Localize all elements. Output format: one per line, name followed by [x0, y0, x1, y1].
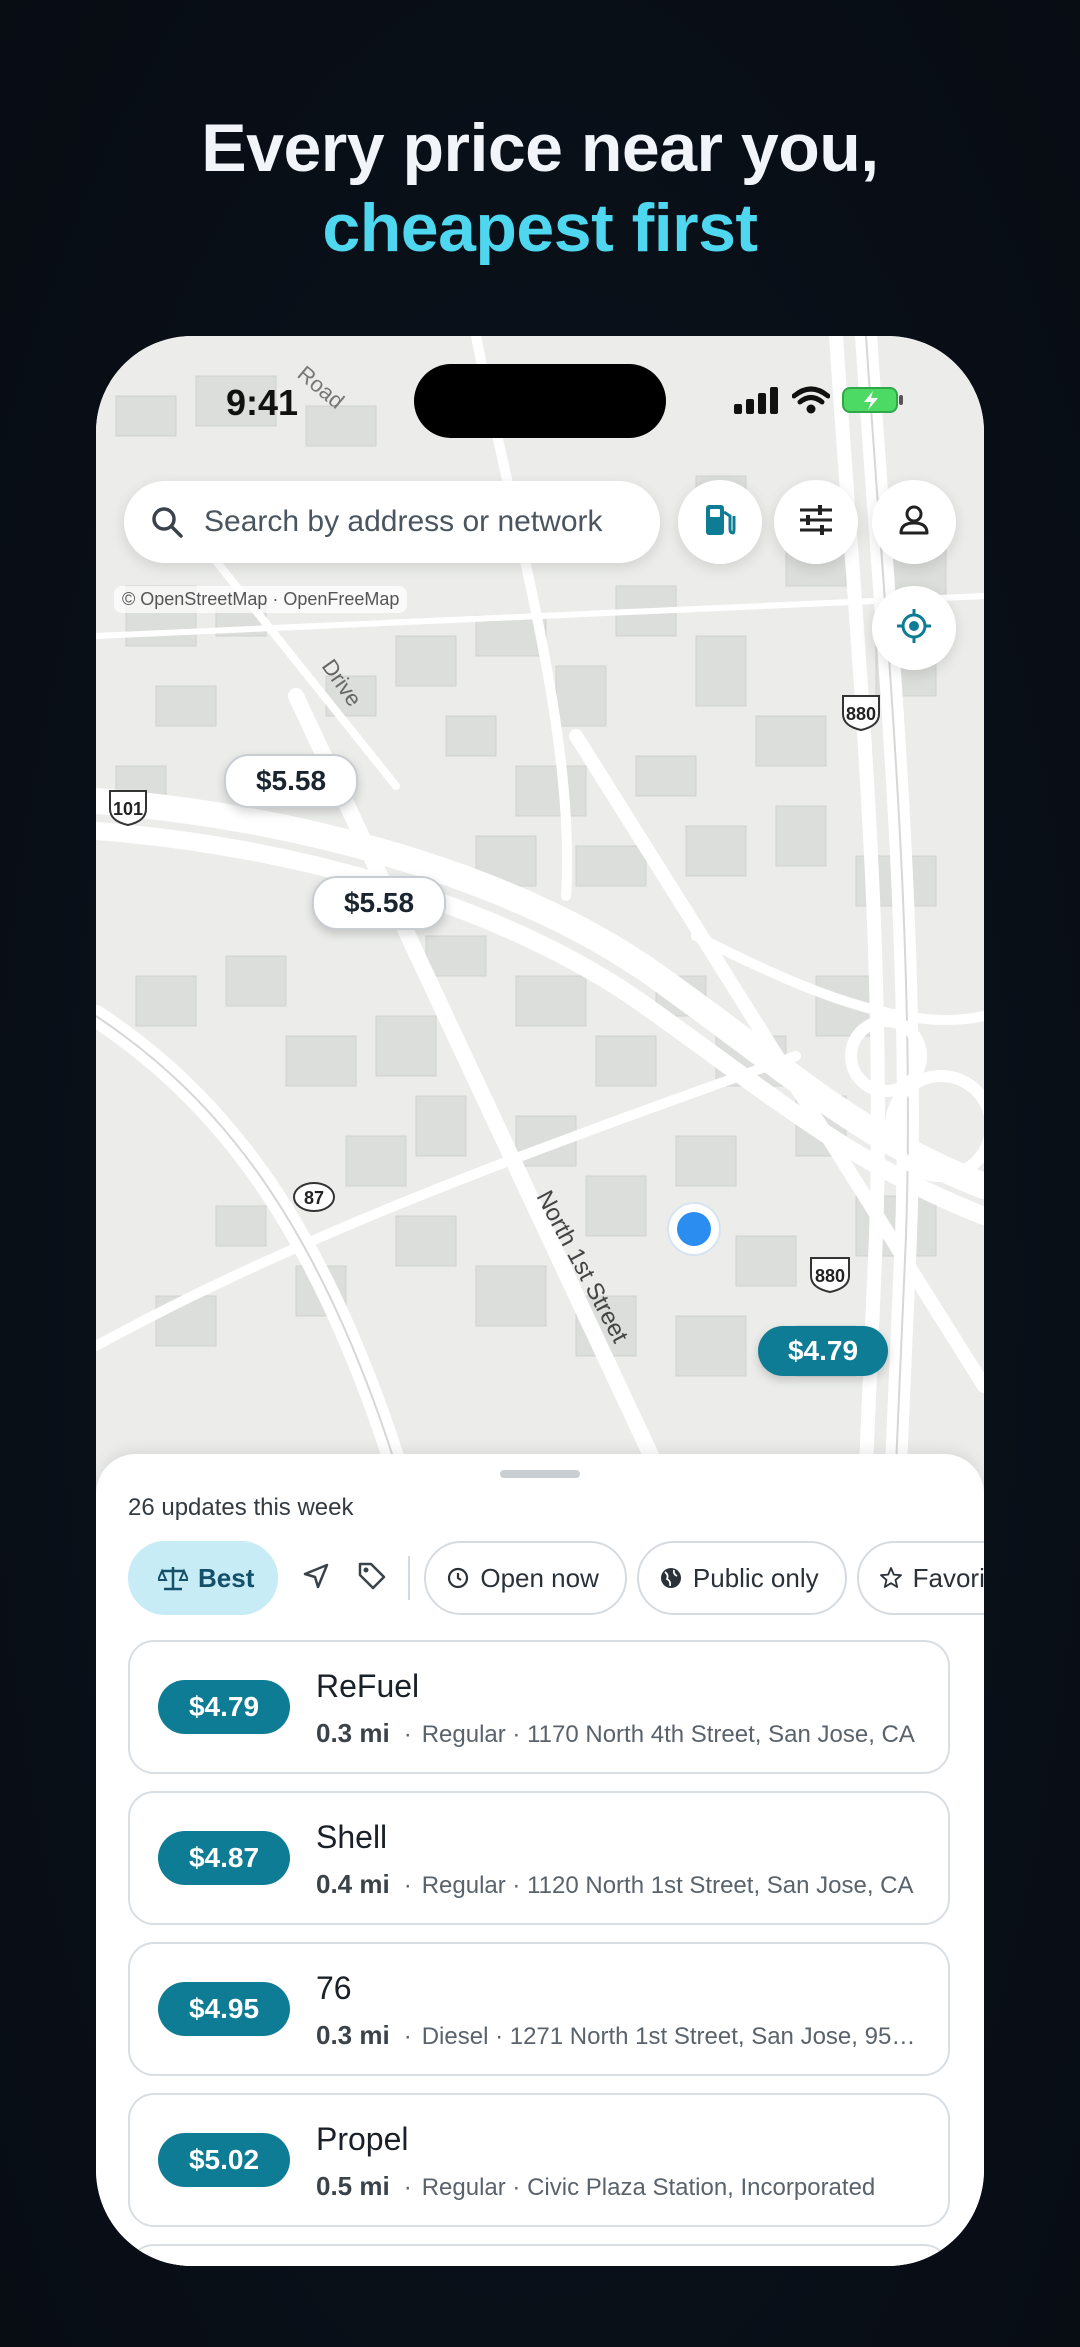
svg-text:101: 101	[113, 799, 143, 819]
navigation-arrow-icon	[302, 1562, 330, 1595]
price-badge: $5.02	[158, 2133, 290, 2187]
fuel-pump-icon	[703, 502, 737, 543]
public-only-label: Public only	[692, 1562, 819, 1593]
locate-me-button[interactable]	[872, 586, 956, 670]
filter-chips: Best Open now Public only Favori	[128, 1538, 984, 1618]
open-now-chip[interactable]: Open now	[424, 1541, 627, 1615]
station-name: 76	[316, 1970, 352, 2006]
phone-frame: North 1st Street Road Drive 880 101 87 8…	[96, 336, 984, 2266]
station-distance: 0.3 mi	[316, 1718, 390, 1748]
station-card[interactable]: $4.95 76 0.3 mi · Diesel · 1271 North 1st …	[128, 1942, 950, 2076]
sheet-grabber[interactable]	[500, 1470, 580, 1478]
battery-charging-icon	[842, 386, 904, 419]
station-card-partial[interactable]	[128, 2244, 950, 2266]
app-store-screenshot: Every price near you, cheapest first Nor…	[0, 0, 1080, 2347]
results-sheet: 26 updates this week Best Open now Publi…	[96, 1454, 984, 2266]
signal-icon	[734, 386, 780, 419]
dynamic-island	[414, 364, 666, 438]
filters-icon	[798, 504, 834, 541]
locate-me-icon	[895, 607, 933, 650]
map-price-pin[interactable]: $5.58	[312, 876, 446, 930]
chips-divider	[408, 1556, 411, 1600]
sort-price-button[interactable]	[344, 1541, 400, 1615]
highway-shield-880-north: 880	[842, 695, 880, 732]
search-bar[interactable]: Search by address or network	[124, 481, 660, 563]
headline-line-1: Every price near you,	[201, 110, 879, 186]
globe-icon	[659, 1566, 683, 1590]
fuel-type-button[interactable]	[678, 480, 762, 564]
station-meta: 0.5 mi · Regular · Civic Plaza Station, In…	[316, 2171, 876, 2201]
svg-text:87: 87	[304, 1188, 324, 1208]
favorites-label: Favorites	[912, 1562, 984, 1593]
map-price-pin-cheapest[interactable]: $4.79	[758, 1326, 888, 1376]
star-icon	[879, 1566, 903, 1590]
status-icons	[734, 386, 904, 419]
headline-line-2: cheapest first	[322, 190, 758, 266]
sort-best-chip[interactable]: Best	[128, 1541, 279, 1615]
highway-shield-87: 87	[293, 1182, 335, 1212]
wifi-icon	[791, 386, 831, 419]
station-name: Propel	[316, 2121, 409, 2157]
station-card[interactable]: $5.02 Propel 0.5 mi · Regular · Civic Plaz…	[128, 2093, 950, 2227]
station-meta: 0.3 mi · Regular · 1170 North 4th Street, …	[316, 1718, 915, 1748]
profile-button[interactable]	[872, 480, 956, 564]
highway-shield-101: 101	[109, 790, 147, 827]
station-distance: 0.4 mi	[316, 1869, 390, 1899]
station-distance: 0.5 mi	[316, 2171, 390, 2201]
search-placeholder: Search by address or network	[204, 505, 603, 538]
map-price-pin[interactable]: $5.58	[224, 754, 358, 808]
highway-shield-880-south: 880	[810, 1257, 850, 1294]
station-card[interactable]: $4.79 ReFuel 0.3 mi · Regular · 1170 North…	[128, 1640, 950, 1774]
price-tag-icon	[357, 1561, 387, 1596]
public-only-chip[interactable]: Public only	[636, 1541, 847, 1615]
profile-icon	[897, 503, 931, 542]
user-location-dot	[667, 1202, 721, 1256]
station-name: Shell	[316, 1819, 388, 1855]
price-badge: $4.79	[158, 1680, 290, 1734]
station-details: Diesel · 1271 North 1st Street, San Jose…	[421, 2023, 926, 2050]
station-details: Regular · Civic Plaza Station, Incorpora…	[421, 2174, 876, 2201]
price-badge: $4.87	[158, 1831, 290, 1885]
clock-icon	[446, 1566, 470, 1590]
station-distance: 0.3 mi	[316, 2020, 390, 2050]
svg-text:880: 880	[815, 1266, 845, 1286]
open-now-label: Open now	[480, 1562, 599, 1593]
price-badge: $4.95	[158, 1982, 290, 2036]
updates-count: 26 updates this week	[128, 1494, 354, 1521]
sort-best-label: Best	[198, 1562, 255, 1593]
svg-text:880: 880	[846, 704, 876, 724]
favorites-chip[interactable]: Favorites	[856, 1541, 984, 1615]
station-meta: 0.3 mi · Diesel · 1271 North 1st Street, S…	[316, 2020, 926, 2051]
status-time: 9:41	[226, 382, 299, 423]
sort-distance-button[interactable]	[288, 1541, 344, 1615]
station-meta: 0.4 mi · Regular · 1120 North 1st Street, …	[316, 1869, 914, 1899]
filters-button[interactable]	[774, 480, 858, 564]
scale-icon	[158, 1564, 188, 1592]
map-attribution[interactable]: © OpenStreetMap · OpenFreeMap	[114, 586, 408, 613]
station-details: Regular · 1120 North 1st Street, San Jos…	[421, 1872, 914, 1899]
station-card[interactable]: $4.87 Shell 0.4 mi · Regular · 1120 North …	[128, 1791, 950, 1925]
station-name: ReFuel	[316, 1668, 420, 1704]
headline: Every price near you, cheapest first	[0, 108, 1080, 268]
station-details: Regular · 1170 North 4th Street, San Jos…	[421, 1721, 915, 1748]
search-icon	[150, 505, 184, 539]
